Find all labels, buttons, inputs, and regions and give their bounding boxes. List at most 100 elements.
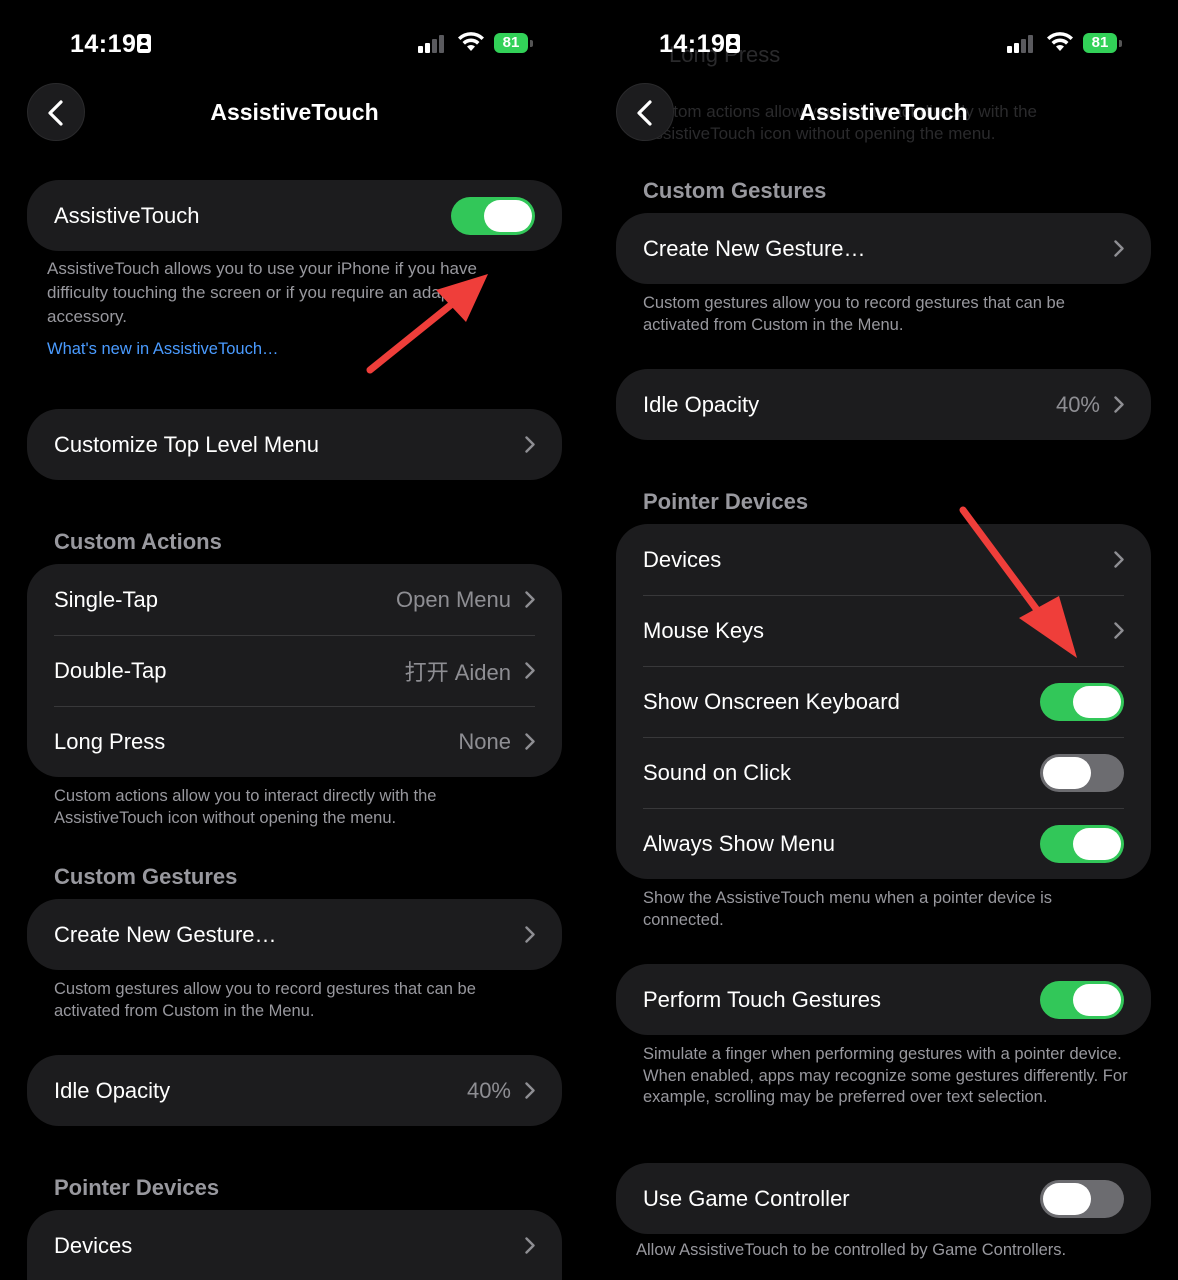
toggle-knob	[1043, 1182, 1091, 1215]
perform-touch-gestures-toggle[interactable]	[1040, 980, 1124, 1019]
assistive-touch-label: AssistiveTouch	[54, 202, 200, 228]
pointer-devices-header: Pointer Devices	[643, 489, 809, 514]
always-show-menu-label: Always Show Menu	[643, 830, 835, 856]
always-show-menu-row: Always Show Menu	[616, 808, 1151, 879]
game-controller-card: Use Game Controller	[616, 1163, 1151, 1234]
custom-actions-card: Single-Tap Open Menu Double-Tap 打开 Aiden…	[27, 564, 562, 777]
page-title: AssistiveTouch	[799, 99, 968, 125]
show-onscreen-keyboard-label: Show Onscreen Keyboard	[643, 688, 900, 714]
chevron-right-icon	[1114, 551, 1124, 568]
create-gesture-label: Create New Gesture…	[54, 921, 277, 947]
wifi-icon	[1047, 32, 1073, 51]
custom-gestures-header: Custom Gestures	[54, 864, 238, 889]
perform-touch-gestures-footer: Simulate a finger when performing gestur…	[643, 1045, 1128, 1106]
status-time: 14:19	[70, 30, 137, 58]
create-gesture-label: Create New Gesture…	[643, 235, 866, 261]
double-tap-row[interactable]: Double-Tap 打开 Aiden	[27, 635, 562, 706]
assistive-touch-card: AssistiveTouch	[27, 180, 562, 251]
create-new-gesture-row[interactable]: Create New Gesture…	[616, 213, 1151, 284]
idle-opacity-label: Idle Opacity	[54, 1077, 171, 1103]
assistive-touch-description: AssistiveTouch allows you to use your iP…	[47, 259, 477, 326]
chevron-right-icon	[525, 591, 535, 608]
double-tap-value: 打开 Aiden	[404, 659, 511, 685]
battery-icon: 81	[1083, 33, 1122, 53]
id-card-icon	[137, 34, 151, 53]
game-controller-footer: Allow AssistiveTouch to be controlled by…	[636, 1241, 1067, 1259]
customize-menu-label: Customize Top Level Menu	[54, 431, 319, 457]
custom-actions-footer: Custom actions allow you to interact dir…	[54, 787, 437, 827]
idle-opacity-label: Idle Opacity	[643, 391, 760, 417]
perform-touch-gestures-label: Perform Touch Gestures	[643, 986, 882, 1012]
assistive-touch-row: AssistiveTouch	[27, 180, 562, 251]
perform-touch-gestures-row: Perform Touch Gestures	[616, 964, 1151, 1035]
devices-label: Devices	[643, 546, 722, 572]
always-show-menu-toggle[interactable]	[1040, 824, 1124, 863]
chevron-right-icon	[525, 733, 535, 750]
toggle-knob	[1073, 983, 1121, 1016]
toggle-knob	[1073, 685, 1121, 718]
chevron-right-icon	[525, 662, 535, 679]
sound-on-click-label: Sound on Click	[643, 759, 791, 785]
idle-opacity-value: 40%	[1055, 391, 1100, 417]
toggle-knob	[1043, 756, 1091, 789]
ghost-text-line-2: AssistiveTouch icon without opening the …	[643, 124, 996, 143]
custom-actions-header: Custom Actions	[54, 529, 222, 554]
left-screen: 14:19 81 AssistiveTouch AssistiveTouch A…	[0, 0, 589, 1280]
perform-touch-gestures-card: Perform Touch Gestures	[616, 964, 1151, 1035]
custom-gestures-card: Create New Gesture…	[27, 899, 562, 970]
chevron-right-icon	[1114, 240, 1124, 257]
double-tap-label: Double-Tap	[54, 657, 167, 683]
long-press-label: Long Press	[54, 728, 166, 754]
long-press-row[interactable]: Long Press None	[27, 706, 562, 777]
chevron-right-icon	[525, 436, 535, 453]
custom-gestures-footer: Custom gestures allow you to record gest…	[643, 294, 1065, 334]
long-press-value: None	[458, 728, 511, 754]
use-game-controller-label: Use Game Controller	[643, 1185, 850, 1211]
single-tap-value: Open Menu	[396, 586, 511, 612]
toggle-knob	[1073, 827, 1121, 860]
create-new-gesture-row[interactable]: Create New Gesture…	[27, 899, 562, 970]
idle-opacity-value: 40%	[466, 1077, 511, 1103]
use-game-controller-row: Use Game Controller	[616, 1163, 1151, 1234]
custom-gestures-header: Custom Gestures	[643, 178, 827, 203]
mouse-keys-label: Mouse Keys	[643, 617, 765, 643]
show-onscreen-keyboard-row: Show Onscreen Keyboard	[616, 666, 1151, 737]
chevron-right-icon	[1114, 622, 1124, 639]
idle-opacity-card: Idle Opacity 40%	[616, 369, 1151, 440]
pointer-devices-card: Devices Mouse Keys Show Onscreen Keyboar…	[616, 524, 1151, 879]
custom-gestures-card: Create New Gesture…	[616, 213, 1151, 284]
show-onscreen-keyboard-toggle[interactable]	[1040, 682, 1124, 721]
whats-new-link[interactable]: What's new in AssistiveTouch…	[47, 340, 279, 359]
devices-row[interactable]: Devices	[616, 524, 1151, 595]
customize-top-level-menu-row[interactable]: Customize Top Level Menu	[27, 409, 562, 480]
idle-opacity-row[interactable]: Idle Opacity 40%	[27, 1055, 562, 1126]
customize-menu-card: Customize Top Level Menu	[27, 409, 562, 480]
assistive-touch-toggle[interactable]	[451, 196, 535, 235]
custom-gestures-footer: Custom gestures allow you to record gest…	[54, 980, 476, 1020]
battery-icon: 81	[494, 33, 533, 53]
devices-label: Devices	[54, 1232, 133, 1258]
pointer-devices-footer: Show the AssistiveTouch menu when a poin…	[643, 889, 1053, 929]
chevron-right-icon	[525, 1082, 535, 1099]
chevron-right-icon	[525, 926, 535, 943]
toggle-knob	[484, 199, 532, 232]
idle-opacity-card: Idle Opacity 40%	[27, 1055, 562, 1126]
idle-opacity-row[interactable]: Idle Opacity 40%	[616, 369, 1151, 440]
mouse-keys-row[interactable]: Mouse Keys	[616, 595, 1151, 666]
status-time: 14:19	[659, 30, 726, 58]
devices-row[interactable]: Devices	[27, 1210, 562, 1280]
single-tap-label: Single-Tap	[54, 586, 158, 612]
wifi-icon	[458, 32, 484, 51]
sound-on-click-toggle[interactable]	[1040, 753, 1124, 792]
pointer-devices-header: Pointer Devices	[54, 1175, 220, 1200]
id-card-icon	[726, 34, 740, 53]
sound-on-click-row: Sound on Click	[616, 737, 1151, 808]
chevron-right-icon	[1114, 396, 1124, 413]
signal-icon	[418, 35, 448, 53]
right-screen: Long Press Custom actions allow you to i…	[589, 0, 1178, 1280]
pointer-devices-card: Devices	[27, 1210, 562, 1280]
page-title: AssistiveTouch	[210, 99, 379, 125]
single-tap-row[interactable]: Single-Tap Open Menu	[27, 564, 562, 635]
use-game-controller-toggle[interactable]	[1040, 1179, 1124, 1218]
signal-icon	[1007, 35, 1037, 53]
